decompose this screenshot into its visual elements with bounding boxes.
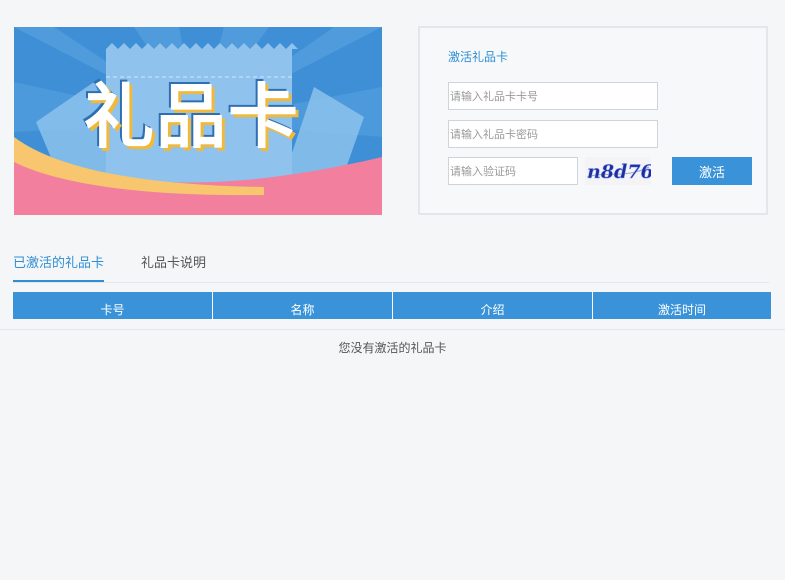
tab-activated-cards[interactable]: 已激活的礼品卡 — [13, 252, 105, 282]
banner-title: 礼品卡 — [84, 76, 300, 158]
table-divider — [0, 329, 785, 330]
gift-card-banner: 礼品卡 — [14, 27, 382, 215]
tab-bar: 已激活的礼品卡 礼品卡说明 — [13, 252, 769, 283]
form-title: 激活礼品卡 — [448, 50, 509, 64]
captcha-text: n8d76 — [587, 161, 651, 183]
column-name: 名称 — [213, 292, 393, 319]
column-card-number: 卡号 — [13, 292, 213, 319]
table-header: 卡号 名称 介绍 激活时间 — [13, 292, 771, 319]
column-activation-time: 激活时间 — [657, 303, 706, 317]
card-number-input[interactable] — [448, 82, 658, 110]
card-password-input[interactable] — [448, 120, 658, 148]
tab-gift-card-info[interactable]: 礼品卡说明 — [141, 252, 206, 281]
column-description: 介绍 — [393, 292, 593, 319]
captcha-image[interactable]: n8d76 — [585, 157, 651, 185]
captcha-input[interactable] — [448, 157, 578, 185]
activate-form-panel: 激活礼品卡 n8d76 激活 — [418, 26, 768, 215]
empty-table-message: 您没有激活的礼品卡 — [338, 341, 447, 355]
gift-card-page: 礼品卡 激活礼品卡 n8d76 激活 已激活的礼品卡 礼品卡说明 卡号 名称 介… — [0, 0, 785, 580]
activate-button[interactable]: 激活 — [672, 157, 752, 185]
